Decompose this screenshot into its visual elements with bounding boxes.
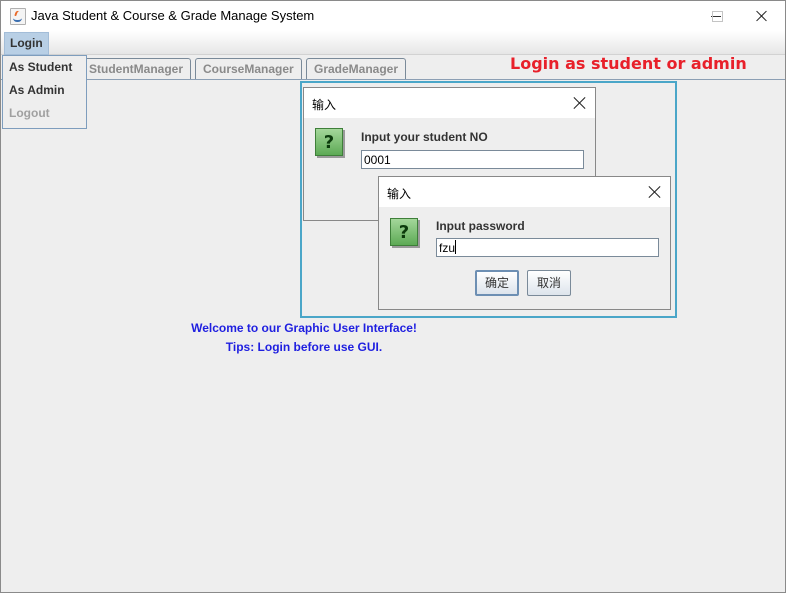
login-dropdown-menu: As Student As Admin Logout bbox=[2, 55, 87, 129]
tab-student-manager[interactable]: StudentManager bbox=[81, 58, 192, 79]
login-menu[interactable]: Login bbox=[4, 32, 49, 55]
ok-button[interactable]: 确定 bbox=[475, 270, 519, 296]
tips-text: Tips: Login before use GUI. bbox=[1, 340, 785, 354]
password-prompt: Input password bbox=[436, 219, 525, 233]
tips-line: Tips: Login before use GUI. bbox=[225, 340, 383, 354]
app-window: Java Student & Course & Grade Manage Sys… bbox=[0, 0, 786, 593]
password-input[interactable]: fzu bbox=[436, 238, 659, 257]
window-title: Java Student & Course & Grade Manage Sys… bbox=[31, 8, 315, 23]
dialog-title-bar[interactable]: 输入 bbox=[304, 88, 595, 118]
question-icon: ? bbox=[315, 128, 343, 156]
maximize-button[interactable] bbox=[694, 1, 740, 31]
close-icon[interactable] bbox=[648, 185, 662, 199]
dialog-title: 输入 bbox=[387, 187, 412, 201]
close-button[interactable] bbox=[739, 1, 785, 31]
close-icon[interactable] bbox=[573, 96, 587, 110]
tab-course-manager[interactable]: CourseManager bbox=[195, 58, 302, 79]
annotation-label: Login as student or admin bbox=[510, 54, 747, 73]
menu-bar: Login bbox=[1, 31, 785, 55]
welcome-text: Welcome to our Graphic User Interface! bbox=[1, 321, 785, 335]
student-no-input[interactable]: 0001 bbox=[361, 150, 584, 169]
password-dialog: 输入 ? Input password fzu 确定 取消 bbox=[378, 176, 671, 310]
menu-item-logout[interactable]: Logout bbox=[3, 102, 86, 125]
tab-grade-manager[interactable]: GradeManager bbox=[306, 58, 407, 79]
student-no-prompt: Input your student NO bbox=[361, 130, 488, 144]
dialog-title: 输入 bbox=[312, 98, 337, 112]
cancel-button[interactable]: 取消 bbox=[527, 270, 571, 296]
text-caret bbox=[455, 240, 457, 254]
java-app-icon bbox=[10, 8, 26, 25]
minimize-button-wrap bbox=[647, 1, 693, 31]
menu-item-as-student[interactable]: As Student bbox=[3, 56, 86, 79]
welcome-line: Welcome to our Graphic User Interface! bbox=[191, 321, 417, 335]
password-value: fzu bbox=[439, 241, 456, 255]
menu-item-as-admin[interactable]: As Admin bbox=[3, 79, 86, 102]
close-icon bbox=[756, 10, 768, 22]
maximize-icon bbox=[711, 10, 723, 22]
dialog-title-bar[interactable]: 输入 bbox=[379, 177, 670, 207]
question-icon: ? bbox=[390, 218, 418, 246]
